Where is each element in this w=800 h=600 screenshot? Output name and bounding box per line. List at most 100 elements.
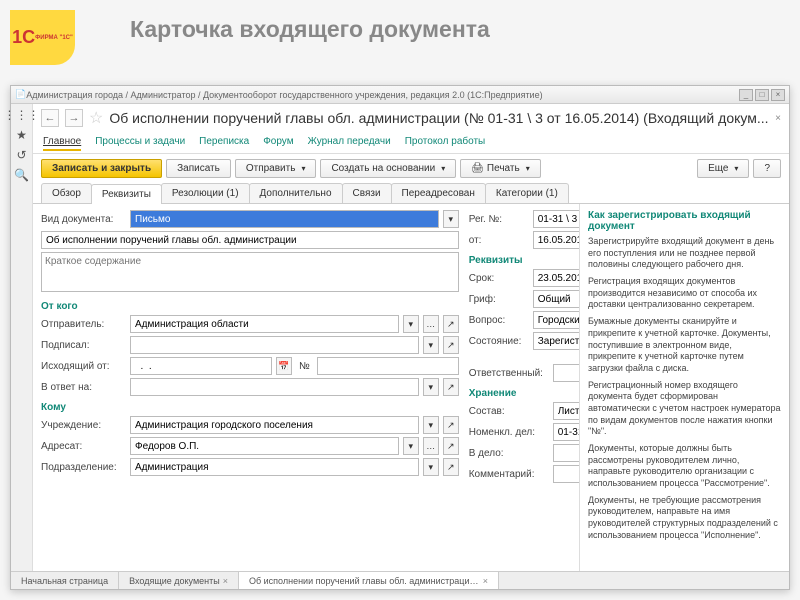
help-title: Как зарегистрировать входящий документ bbox=[588, 210, 781, 232]
titlebar-text: Администрация города / Администратор / Д… bbox=[26, 90, 739, 100]
dept-label: Подразделение: bbox=[41, 462, 126, 473]
tab-journal[interactable]: Журнал передачи bbox=[308, 134, 391, 151]
grif-label: Гриф: bbox=[469, 294, 529, 305]
signed-dd[interactable]: ▾ bbox=[423, 336, 439, 354]
inner-tab-forwarded[interactable]: Переадресован bbox=[391, 183, 486, 203]
due-label: Срок: bbox=[469, 273, 529, 284]
logo: 1CФИРМА "1С" bbox=[10, 10, 75, 65]
sender-open[interactable]: ↗ bbox=[443, 315, 459, 333]
forward-button[interactable]: → bbox=[65, 109, 83, 127]
favorite-star-icon[interactable]: ☆ bbox=[89, 108, 103, 128]
dept-open[interactable]: ↗ bbox=[443, 458, 459, 476]
addressee-label: Адресат: bbox=[41, 441, 126, 452]
reply-input[interactable] bbox=[130, 378, 419, 396]
inner-tab-resolutions[interactable]: Резолюции (1) bbox=[161, 183, 250, 203]
inner-tab-extra[interactable]: Дополнительно bbox=[249, 183, 343, 203]
case-input[interactable] bbox=[553, 444, 579, 462]
close-button[interactable]: × bbox=[771, 89, 785, 101]
help-panel: Как зарегистрировать входящий документ З… bbox=[579, 204, 789, 571]
addr-dd[interactable]: ▾ bbox=[403, 437, 419, 455]
comment-input[interactable] bbox=[553, 465, 579, 483]
signed-label: Подписал: bbox=[41, 340, 126, 351]
reply-label: В ответ на: bbox=[41, 382, 126, 393]
back-button[interactable]: ← bbox=[41, 109, 59, 127]
print-button[interactable]: 🖨Печать▾ bbox=[460, 159, 540, 178]
document-title: Об исполнении поручений главы обл. админ… bbox=[109, 110, 769, 126]
close-doc-icon[interactable]: × bbox=[775, 113, 781, 124]
state-input[interactable] bbox=[533, 332, 579, 350]
doc-type-dropdown[interactable]: ▾ bbox=[443, 210, 459, 228]
org-input[interactable] bbox=[130, 416, 419, 434]
star-icon[interactable]: ★ bbox=[15, 128, 29, 142]
help-button[interactable]: ? bbox=[753, 159, 781, 178]
minimize-button[interactable]: _ bbox=[739, 89, 753, 101]
app-window: 📄 Администрация города / Администратор /… bbox=[10, 85, 790, 590]
subject-input[interactable] bbox=[41, 231, 459, 249]
search-icon[interactable]: 🔍 bbox=[15, 168, 29, 182]
org-dd[interactable]: ▾ bbox=[423, 416, 439, 434]
signed-input[interactable] bbox=[130, 336, 419, 354]
reg-label: Рег. №: bbox=[469, 214, 529, 225]
addr-open[interactable]: ↗ bbox=[443, 437, 459, 455]
to-section: Кому bbox=[41, 402, 459, 413]
due-input[interactable] bbox=[533, 269, 579, 287]
topic-label: Вопрос: bbox=[469, 315, 529, 326]
tab-main[interactable]: Главное bbox=[43, 134, 81, 151]
tab-correspondence[interactable]: Переписка bbox=[199, 134, 249, 151]
maximize-button[interactable]: □ bbox=[755, 89, 769, 101]
help-p5: Документы, которые должны быть рассмотре… bbox=[588, 443, 781, 490]
date-label: от: bbox=[469, 235, 529, 246]
inner-tab-categories[interactable]: Категории (1) bbox=[485, 183, 569, 203]
resp-label: Ответственный: bbox=[469, 368, 549, 379]
storage-section: Хранение bbox=[469, 388, 579, 399]
outfrom-date[interactable] bbox=[130, 357, 272, 375]
resp-input[interactable] bbox=[553, 364, 579, 382]
outfrom-num[interactable] bbox=[317, 357, 459, 375]
send-button[interactable]: Отправить▾ bbox=[235, 159, 317, 178]
inner-tab-links[interactable]: Связи bbox=[342, 183, 392, 203]
comp-input[interactable] bbox=[553, 402, 579, 420]
outfrom-cal[interactable]: 📅 bbox=[276, 357, 292, 375]
sender-input[interactable] bbox=[130, 315, 399, 333]
addressee-input[interactable] bbox=[130, 437, 399, 455]
dept-input[interactable] bbox=[130, 458, 419, 476]
bottom-tab-doc[interactable]: Об исполнении поручений главы обл. админ… bbox=[239, 572, 499, 589]
tab-forum[interactable]: Форум bbox=[263, 134, 293, 151]
inner-tab-requisites[interactable]: Реквизиты bbox=[91, 184, 162, 204]
topic-input[interactable] bbox=[533, 311, 579, 329]
reply-dd[interactable]: ▾ bbox=[423, 378, 439, 396]
close-tab-icon[interactable]: × bbox=[483, 576, 488, 586]
grif-input[interactable] bbox=[533, 290, 579, 308]
help-p3: Бумажные документы сканируйте и прикрепи… bbox=[588, 316, 781, 374]
reply-open[interactable]: ↗ bbox=[443, 378, 459, 396]
dept-dd[interactable]: ▾ bbox=[423, 458, 439, 476]
sender-dd[interactable]: ▾ bbox=[403, 315, 419, 333]
doc-type-input[interactable] bbox=[130, 210, 439, 228]
summary-textarea[interactable] bbox=[41, 252, 459, 292]
sender-add[interactable]: … bbox=[423, 315, 439, 333]
more-button[interactable]: Еще▾ bbox=[697, 159, 749, 178]
case-label: В дело: bbox=[469, 448, 549, 459]
create-based-button[interactable]: Создать на основании▾ bbox=[320, 159, 456, 178]
signed-open[interactable]: ↗ bbox=[443, 336, 459, 354]
sender-label: Отправитель: bbox=[41, 319, 126, 330]
comment-label: Комментарий: bbox=[469, 469, 549, 480]
close-tab-icon[interactable]: × bbox=[223, 576, 228, 586]
inner-tab-overview[interactable]: Обзор bbox=[41, 183, 92, 203]
req-section: Реквизиты bbox=[469, 255, 579, 266]
left-rail: ⋮⋮⋮ ★ ↺ 🔍 bbox=[11, 104, 33, 571]
save-button[interactable]: Записать bbox=[166, 159, 231, 178]
bottom-tab-start[interactable]: Начальная страница bbox=[11, 572, 119, 589]
history-icon[interactable]: ↺ bbox=[15, 148, 29, 162]
bottom-tab-incoming[interactable]: Входящие документы× bbox=[119, 572, 239, 589]
nomencl-input[interactable] bbox=[553, 423, 579, 441]
tab-processes[interactable]: Процессы и задачи bbox=[95, 134, 185, 151]
addr-add[interactable]: … bbox=[423, 437, 439, 455]
save-close-button[interactable]: Записать и закрыть bbox=[41, 159, 162, 178]
org-open[interactable]: ↗ bbox=[443, 416, 459, 434]
menu-icon[interactable]: ⋮⋮⋮ bbox=[15, 108, 29, 122]
tab-protocol[interactable]: Протокол работы bbox=[405, 134, 486, 151]
help-p6: Документы, не требующие рассмотрения рук… bbox=[588, 495, 781, 542]
date-input[interactable] bbox=[533, 231, 579, 249]
reg-input[interactable] bbox=[533, 210, 579, 228]
